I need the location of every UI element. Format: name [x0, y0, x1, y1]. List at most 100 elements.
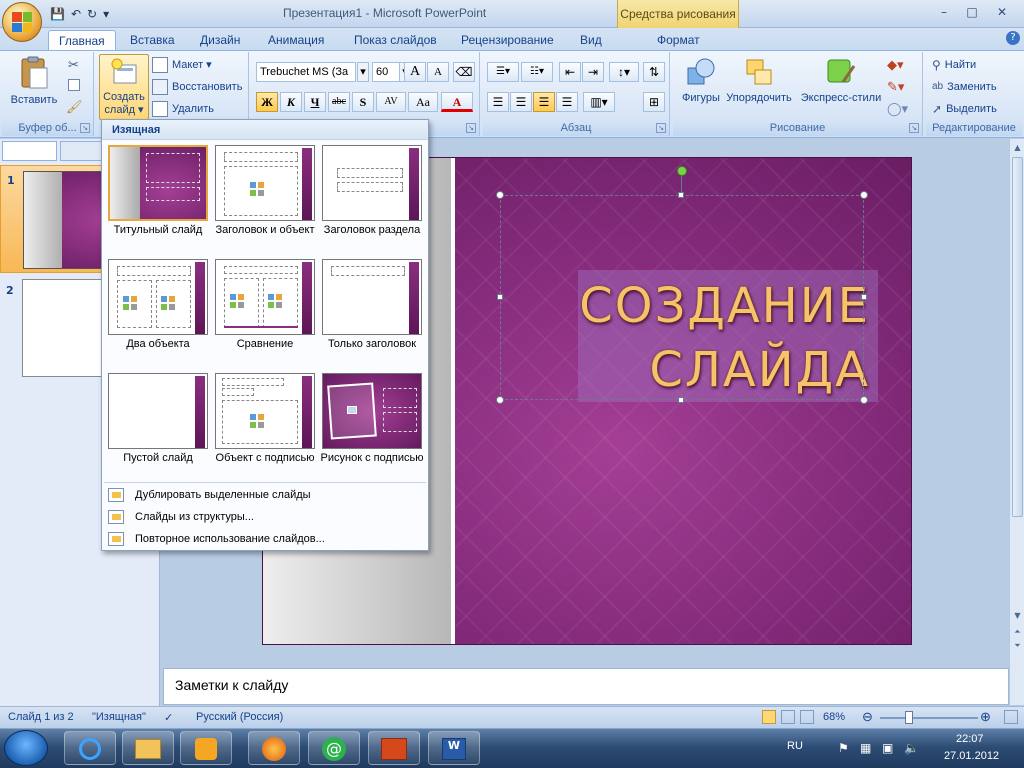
menu-slides-from-outline[interactable]: Слайды из структуры...: [102, 506, 428, 528]
zoom-level[interactable]: 68%: [823, 711, 845, 723]
increase-indent-icon[interactable]: ⇥: [582, 62, 604, 82]
shape-effects-icon[interactable]: ◯▾: [887, 102, 908, 117]
help-icon[interactable]: ?: [1006, 31, 1020, 45]
tray-flag-icon[interactable]: ⚑: [838, 741, 849, 755]
notes-pane[interactable]: Заметки к слайду: [163, 668, 1009, 705]
find-button[interactable]: ⚲ Найти: [932, 55, 976, 75]
zoom-out-icon[interactable]: ⊖: [862, 709, 873, 725]
strikethrough-button[interactable]: abc: [328, 92, 350, 112]
taskbar-media-player-icon[interactable]: [180, 731, 232, 765]
tab-view[interactable]: Вид: [580, 30, 602, 50]
slideshow-view-icon[interactable]: [800, 710, 814, 724]
resize-handle-r[interactable]: [861, 294, 867, 300]
clock-time[interactable]: 22:07: [956, 733, 984, 745]
shadow-button[interactable]: S: [352, 92, 374, 112]
text-direction-icon[interactable]: ⇅: [643, 62, 665, 82]
scroll-thumb[interactable]: [1012, 157, 1023, 517]
numbering-button[interactable]: ☷▾: [521, 62, 553, 82]
shapes-button[interactable]: Фигуры: [677, 56, 725, 105]
format-painter-icon[interactable]: 🖌: [66, 100, 83, 115]
smartart-icon[interactable]: ⊞: [643, 92, 665, 112]
taskbar-firefox-icon[interactable]: [248, 731, 300, 765]
taskbar-powerpoint-icon[interactable]: [368, 731, 420, 765]
taskbar-ie-icon[interactable]: [64, 731, 116, 765]
menu-reuse-slides[interactable]: Повторное использование слайдов...: [102, 528, 428, 550]
font-name-dropdown[interactable]: ▾: [357, 62, 369, 82]
undo-icon[interactable]: ↶: [71, 7, 81, 21]
tray-network-icon[interactable]: ▦: [860, 741, 871, 755]
office-button[interactable]: [2, 2, 42, 42]
justify-icon[interactable]: ☰: [556, 92, 578, 112]
zoom-in-icon[interactable]: ⊕: [980, 709, 991, 725]
layout-button[interactable]: Макет ▾: [152, 55, 212, 75]
align-right-icon[interactable]: ☰: [533, 92, 555, 112]
tab-slides-thumbnails[interactable]: [2, 141, 57, 161]
italic-button[interactable]: К: [280, 92, 302, 112]
select-button[interactable]: ➚ Выделить: [932, 99, 997, 119]
title-selection-frame[interactable]: [500, 195, 864, 400]
quick-styles-button[interactable]: Экспресс-стили: [797, 56, 885, 105]
font-color-button[interactable]: A: [441, 92, 473, 112]
save-icon[interactable]: 💾: [50, 7, 65, 21]
layout-picture-with-caption[interactable]: Рисунок с подписью: [321, 373, 423, 483]
char-spacing-button[interactable]: AV: [376, 92, 406, 112]
delete-slide-button[interactable]: Удалить: [152, 99, 214, 119]
minimize-button[interactable]: –: [930, 3, 958, 21]
slide-sorter-icon[interactable]: [781, 710, 795, 724]
bullets-button[interactable]: ☰▾: [487, 62, 519, 82]
taskbar-word-icon[interactable]: W: [428, 731, 480, 765]
resize-handle-tr[interactable]: [860, 191, 868, 199]
layout-content-with-caption[interactable]: Объект с подписью: [215, 373, 315, 483]
font-name-field[interactable]: Trebuchet MS (За: [256, 62, 356, 82]
layout-blank[interactable]: Пустой слайд: [108, 373, 208, 483]
language-status[interactable]: Русский (Россия): [196, 711, 283, 723]
tab-insert[interactable]: Вставка: [130, 30, 175, 50]
underline-button[interactable]: Ч: [304, 92, 326, 112]
align-left-icon[interactable]: ☰: [487, 92, 509, 112]
tray-volume-icon[interactable]: 🔈: [904, 741, 919, 755]
start-button[interactable]: [4, 730, 48, 766]
tab-animation[interactable]: Анимация: [268, 30, 324, 50]
resize-handle-b[interactable]: [678, 397, 684, 403]
taskbar-mail-agent-icon[interactable]: @: [308, 731, 360, 765]
maximize-button[interactable]: □: [958, 3, 986, 21]
prev-slide-icon[interactable]: ⏶: [1011, 625, 1024, 639]
normal-view-icon[interactable]: [762, 710, 776, 724]
grow-font-button[interactable]: A: [404, 62, 426, 82]
language-indicator[interactable]: RU: [787, 740, 803, 752]
line-spacing-icon[interactable]: ↕▾: [609, 62, 639, 82]
tab-design[interactable]: Дизайн: [200, 30, 240, 50]
taskbar-explorer-icon[interactable]: [122, 731, 174, 765]
scroll-up-icon[interactable]: ▲: [1011, 141, 1024, 155]
fit-window-icon[interactable]: [1004, 710, 1018, 724]
paragraph-dialog-launcher[interactable]: ↘: [656, 123, 666, 133]
close-button[interactable]: ✕: [988, 3, 1016, 21]
layout-title-slide[interactable]: Титульный слайд: [108, 145, 208, 255]
font-size-field[interactable]: 60: [372, 62, 400, 82]
bold-button[interactable]: Ж: [256, 92, 278, 112]
resize-handle-l[interactable]: [497, 294, 503, 300]
layout-title-only[interactable]: Только заголовок: [322, 259, 422, 369]
columns-icon[interactable]: ▥▾: [583, 92, 615, 112]
tab-review[interactable]: Рецензирование: [461, 30, 554, 50]
drawing-dialog-launcher[interactable]: ↘: [909, 123, 919, 133]
zoom-slider[interactable]: [880, 717, 978, 719]
redo-icon[interactable]: ↻: [87, 7, 97, 21]
rotation-handle[interactable]: [677, 166, 687, 176]
resize-handle-t[interactable]: [678, 192, 684, 198]
paste-button[interactable]: Вставить: [6, 56, 62, 107]
clipboard-dialog-launcher[interactable]: ↘: [80, 123, 90, 133]
layout-comparison[interactable]: Сравнение: [215, 259, 315, 369]
scroll-down-icon[interactable]: ▼: [1011, 609, 1024, 623]
layout-section-header[interactable]: Заголовок раздела: [322, 145, 422, 255]
cut-icon[interactable]: ✂: [68, 58, 79, 73]
new-slide-button[interactable]: Создать слайд ▾: [99, 54, 149, 120]
align-center-icon[interactable]: ☰: [510, 92, 532, 112]
tab-slideshow[interactable]: Показ слайдов: [354, 30, 437, 50]
tab-home[interactable]: Главная: [48, 30, 116, 50]
clear-format-icon[interactable]: ⌫: [453, 62, 475, 82]
font-dialog-launcher[interactable]: ↘: [466, 123, 476, 133]
resize-handle-tl[interactable]: [496, 191, 504, 199]
replace-button[interactable]: ab Заменить: [932, 77, 997, 97]
reset-button[interactable]: Восстановить: [152, 77, 242, 97]
